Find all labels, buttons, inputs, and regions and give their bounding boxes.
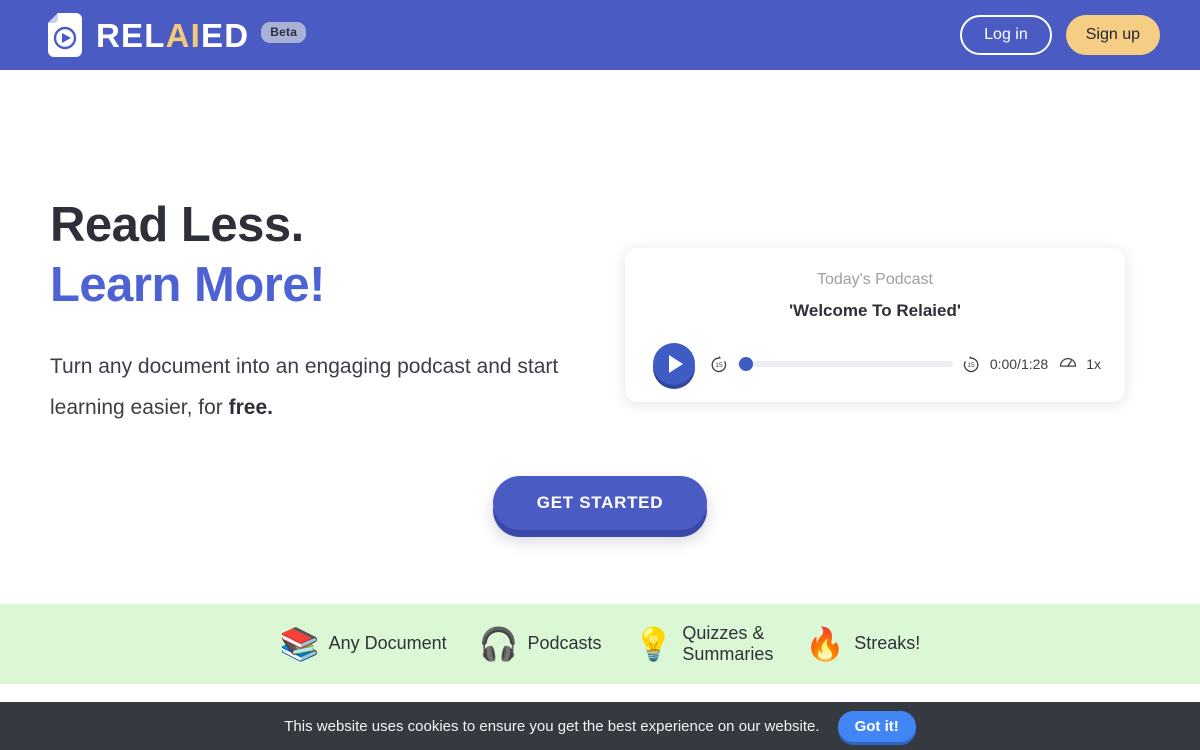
headline-line-1: Read Less. xyxy=(50,198,304,252)
playback-speed[interactable]: 1x xyxy=(1086,356,1101,372)
books-emoji: 📚 xyxy=(279,626,320,662)
cookie-accept-button[interactable]: Got it! xyxy=(837,710,916,742)
brand-suffix: ED xyxy=(201,16,250,54)
feature-label: Any Document xyxy=(328,633,447,654)
site-header: RELAIED Beta Log in Sign up xyxy=(0,0,1200,70)
feature-item-streaks: 🔥 Streaks! xyxy=(805,628,920,660)
player-eyebrow: Today's Podcast xyxy=(816,271,933,288)
feature-item-quizzes-summaries: 💡 Quizzes & Summaries xyxy=(634,623,774,665)
get-started-button[interactable]: GET STARTED xyxy=(492,476,708,530)
brand-name: RELAIED Beta xyxy=(96,16,307,54)
audio-player-card: Today's Podcast 'Welcome To Relaied' 15 xyxy=(625,248,1125,402)
document-play-icon xyxy=(48,13,82,57)
speedometer-icon[interactable] xyxy=(1058,352,1078,377)
play-button[interactable] xyxy=(653,343,695,386)
lightbulb-emoji: 💡 xyxy=(633,626,674,662)
seek-track xyxy=(737,361,953,368)
cta-container: GET STARTED xyxy=(0,476,1200,530)
svg-text:15: 15 xyxy=(715,362,723,369)
page-title: Read Less. Learn More! xyxy=(50,196,610,316)
brand-prefix: REL xyxy=(96,16,166,54)
cookie-message: This website uses cookies to ensure you … xyxy=(284,717,820,735)
hero-subtitle: Turn any document into an engaging podca… xyxy=(50,346,610,429)
fire-emoji: 🔥 xyxy=(805,626,846,662)
feature-label: Quizzes & Summaries xyxy=(682,622,774,664)
seek-thumb[interactable] xyxy=(739,357,753,372)
signup-button[interactable]: Sign up xyxy=(1065,15,1160,55)
player-track-title: 'Welcome To Relaied' xyxy=(789,301,961,321)
feature-label: Podcasts xyxy=(527,633,602,654)
forward-15-icon[interactable]: 15 xyxy=(961,354,981,374)
feature-highlights-bar: 📚 Any Document 🎧 Podcasts 💡 Quizzes & Su… xyxy=(0,604,1200,684)
hero-subtitle-text: Turn any document into an engaging podca… xyxy=(50,354,559,420)
play-icon xyxy=(669,355,683,374)
brand-logo[interactable]: RELAIED Beta xyxy=(48,13,307,57)
player-controls: 15 15 0:00/1:28 1x xyxy=(649,343,1101,386)
feature-label: Streaks! xyxy=(854,633,921,654)
brand-accent: AI xyxy=(165,16,202,54)
feature-item-any-document: 📚 Any Document xyxy=(280,628,447,660)
hero-subtitle-emphasis: free. xyxy=(228,396,273,420)
hero-text-block: Read Less. Learn More! Turn any document… xyxy=(50,196,610,429)
feature-item-podcasts: 🎧 Podcasts xyxy=(479,628,602,660)
cookie-consent-banner: This website uses cookies to ensure you … xyxy=(0,702,1200,750)
headphones-emoji: 🎧 xyxy=(478,626,519,662)
beta-badge: Beta xyxy=(261,22,307,44)
headline-line-2: Learn More! xyxy=(50,257,325,312)
rewind-15-icon[interactable]: 15 xyxy=(709,354,729,374)
landing-page: RELAIED Beta Log in Sign up Read Less. Le… xyxy=(0,0,1200,750)
playback-time: 0:00/1:28 xyxy=(989,356,1049,373)
login-button[interactable]: Log in xyxy=(960,15,1052,55)
seek-bar[interactable] xyxy=(737,355,953,373)
svg-text:15: 15 xyxy=(967,362,975,369)
header-actions: Log in Sign up xyxy=(960,15,1160,55)
